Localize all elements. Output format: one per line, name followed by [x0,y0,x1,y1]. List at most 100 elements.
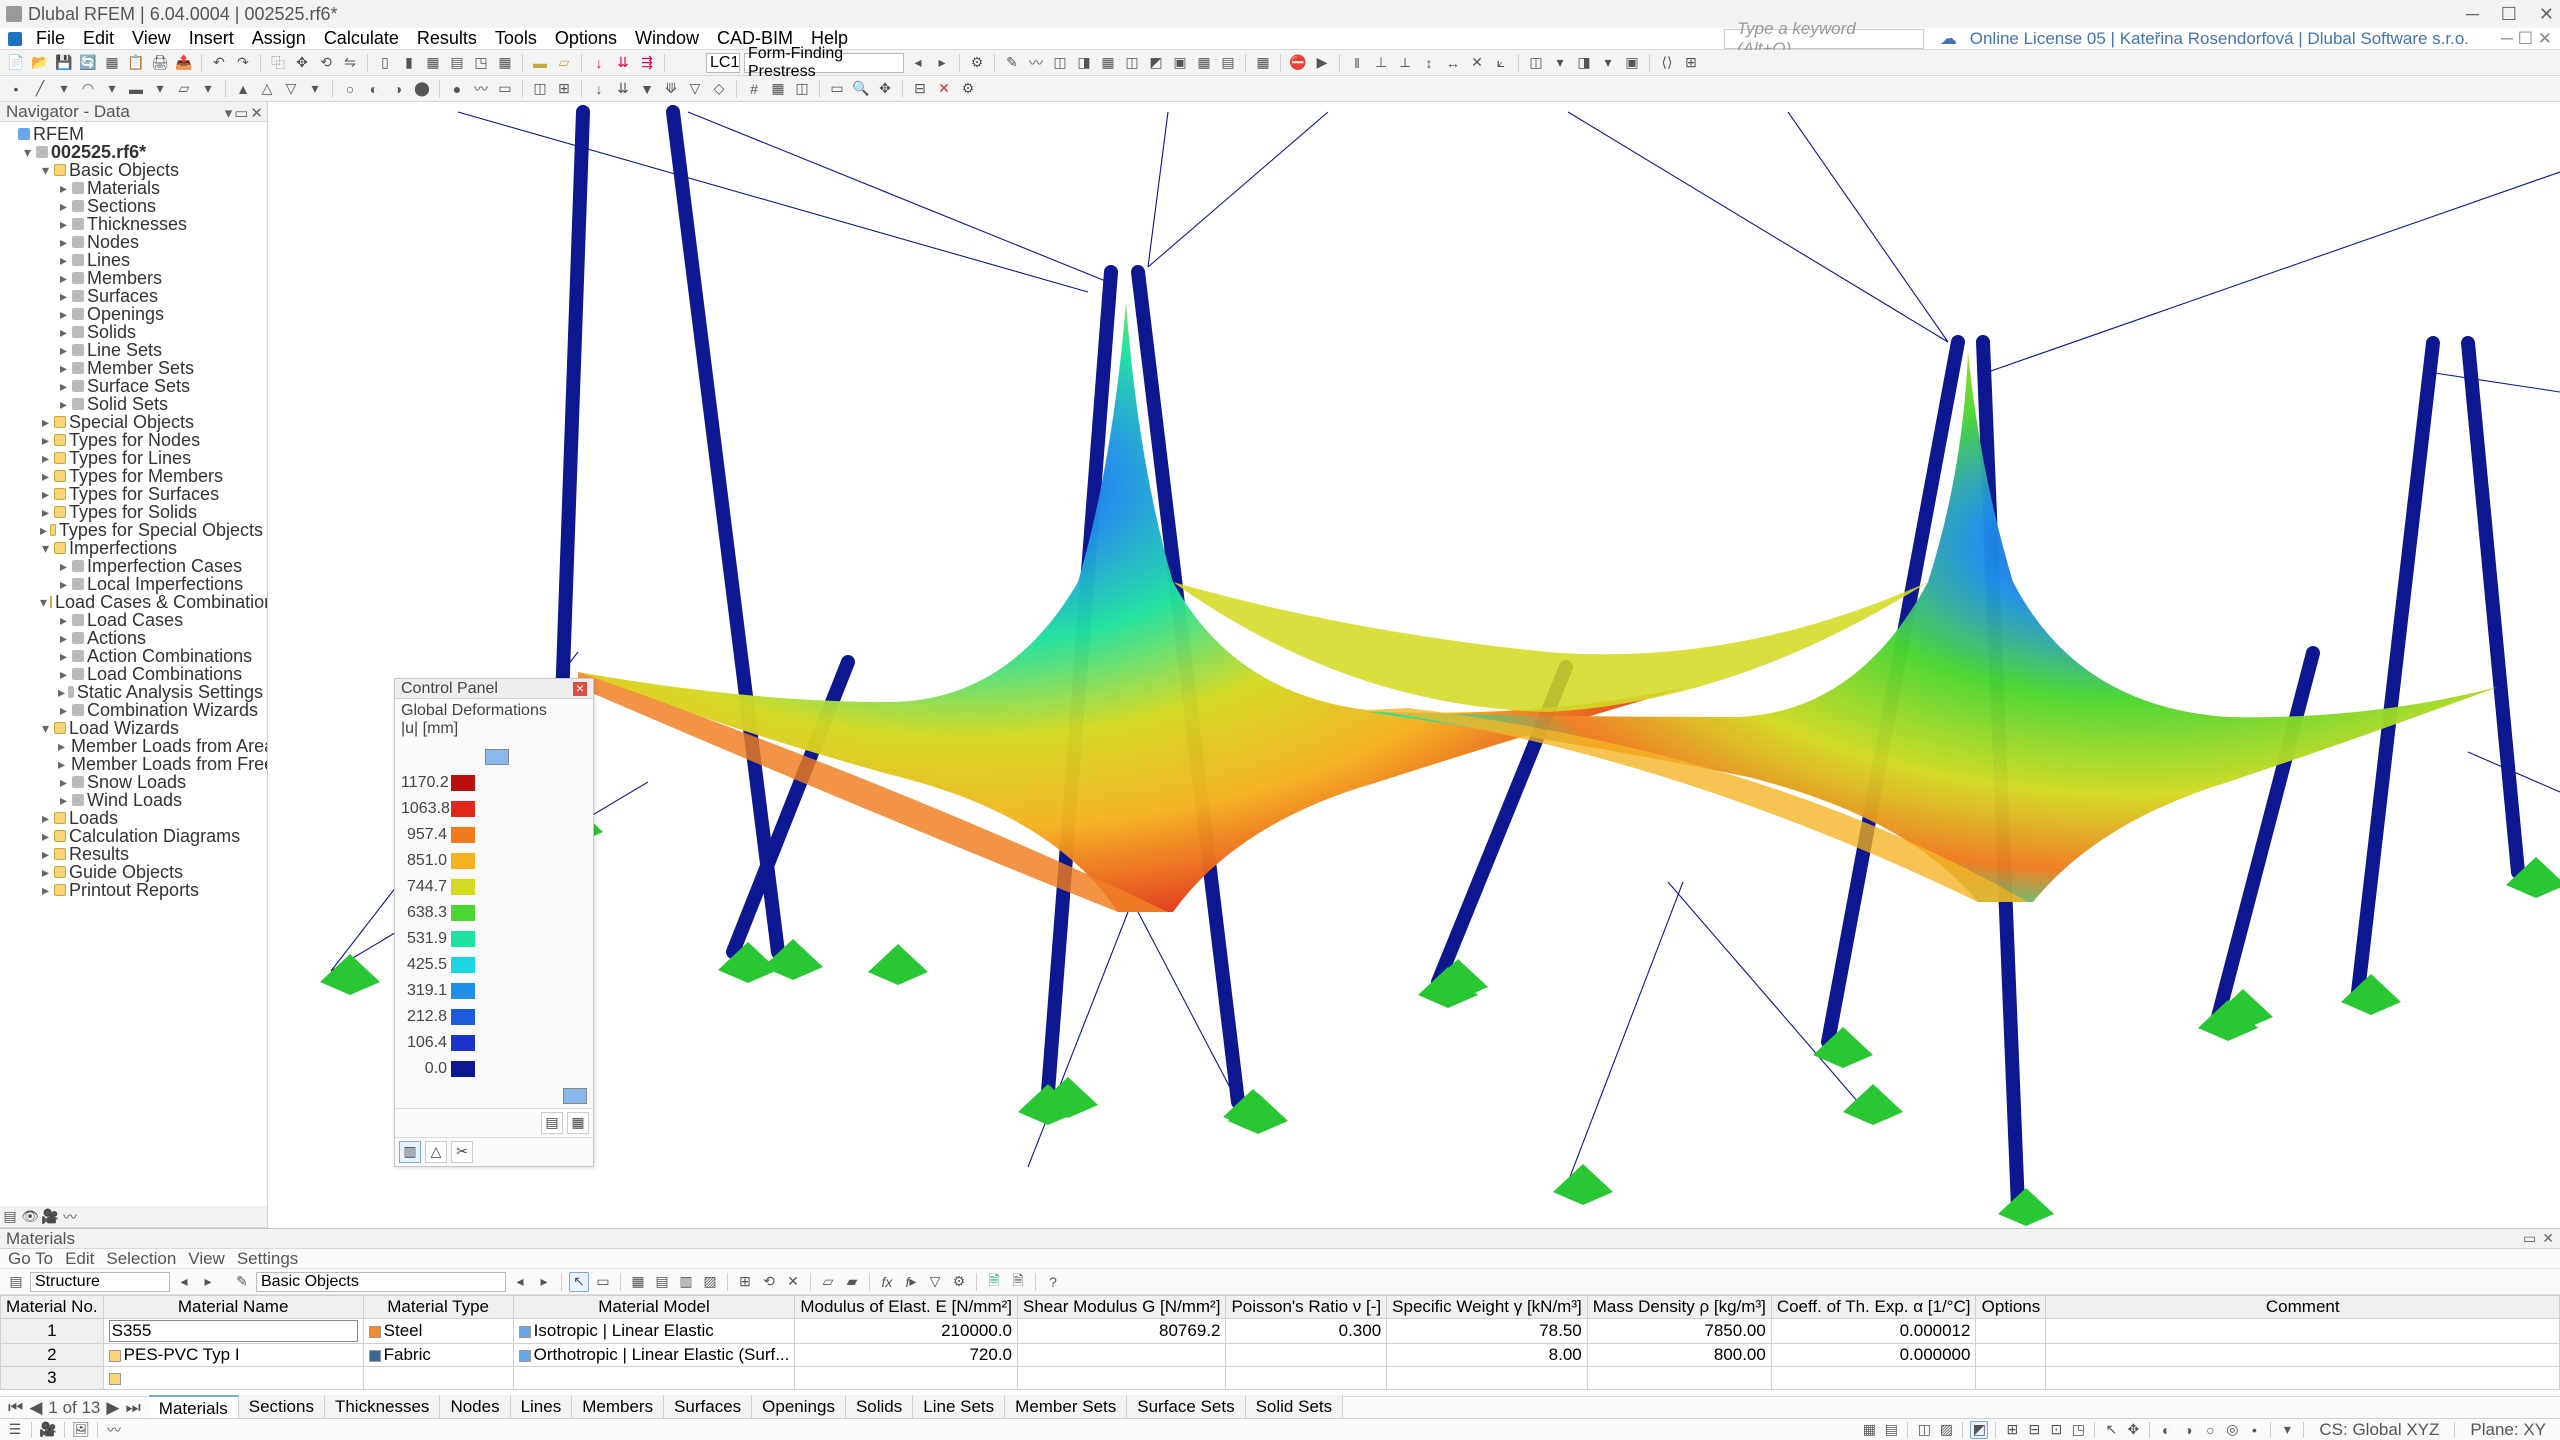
script-icon[interactable]: ⟨⟩ [1657,53,1677,73]
print-icon[interactable]: 🖨 [150,53,170,73]
bp-t1-icon[interactable]: ▦ [628,1272,648,1292]
sb-r9-icon[interactable]: ◳ [2069,1421,2087,1439]
sb-r17-icon[interactable]: ▾ [2278,1421,2296,1439]
member-icon[interactable]: ▬ [530,53,550,73]
tree-item[interactable]: ▸Loads [0,809,267,827]
tree-item[interactable]: ▸Calculation Diagrams [0,827,267,845]
menu-edit[interactable]: Edit [75,26,122,51]
sb-cam-icon[interactable]: 🎥 [39,1421,57,1439]
nav-tab2-icon[interactable]: 👁 [20,1207,40,1227]
bottom-tab[interactable]: Solids [846,1395,913,1421]
tree-item[interactable]: ▸Members [0,269,267,287]
menu-tools[interactable]: Tools [487,26,545,51]
menu-window[interactable]: Window [627,26,707,51]
tree-item[interactable]: ▸Types for Solids [0,503,267,521]
cp-tab-factors[interactable]: △ [425,1141,447,1163]
loadcase-name[interactable]: Form-Finding Prestress [744,53,904,73]
navigator-tree[interactable]: RFEM ▾002525.rf6* ▾Basic Objects ▸Materi… [0,122,267,1206]
bp-t3-icon[interactable]: ▥ [676,1272,696,1292]
bp-group-field[interactable]: Basic Objects [256,1272,506,1292]
bottom-tab[interactable]: Sections [239,1395,325,1421]
res9-icon[interactable]: ▦ [1194,53,1214,73]
tree-item[interactable]: ▸Types for Members [0,467,267,485]
table-row[interactable]: 3 [1,1367,2560,1390]
bp-fx-icon[interactable]: fx [877,1272,897,1292]
bp-t2-icon[interactable]: ▤ [652,1272,672,1292]
tree-item[interactable]: ▸Local Imperfections [0,575,267,593]
supp3-icon[interactable]: ▽ [281,79,301,99]
bp-tree-icon[interactable]: ▤ [6,1272,26,1292]
member-tool-icon[interactable]: ▬ [126,79,146,99]
tree-item[interactable]: ▸Guide Objects [0,863,267,881]
node-tool-icon[interactable]: • [6,79,26,99]
sb3-icon[interactable]: 〰 [105,1421,123,1439]
sb-r2-icon[interactable]: ▤ [1882,1421,1900,1439]
cube-icon[interactable]: ◳ [471,53,491,73]
nav-pin-icon[interactable]: ▾ [225,104,233,122]
bp-filter-icon[interactable]: ▽ [925,1272,945,1292]
view5-icon[interactable]: ▣ [1622,53,1642,73]
mass-icon[interactable]: ● [447,79,467,99]
pg-first-icon[interactable]: ⏮ [8,1398,23,1418]
sb-r6-icon[interactable]: ⊞ [2003,1421,2021,1439]
tree-item[interactable]: ▸Materials [0,179,267,197]
load3-icon[interactable]: ▼ [637,79,657,99]
view4-icon[interactable]: ▾ [1598,53,1618,73]
tree-item[interactable]: ▸Types for Lines [0,449,267,467]
bp-t4-icon[interactable]: ▨ [700,1272,720,1292]
nav-close-icon[interactable]: ✕ [250,104,263,122]
bp-t9-icon[interactable]: ▰ [842,1272,862,1292]
tree-item[interactable]: ▸Line Sets [0,341,267,359]
menu-file[interactable]: File [28,26,73,51]
render-canvas[interactable] [268,102,2560,1228]
line-tool-icon[interactable]: ╱ [30,79,50,99]
stop-icon[interactable]: ⛔ [1288,53,1308,73]
nav-tab3-icon[interactable]: 🎥 [40,1207,60,1227]
sb-r5-icon[interactable]: ◩ [1970,1421,1988,1439]
bp-close-icon[interactable]: ✕ [2542,1230,2554,1247]
load2-icon[interactable]: ⇊ [613,79,633,99]
tree-item[interactable]: ▸Wind Loads [0,791,267,809]
bp-help-icon[interactable]: ? [1043,1272,1063,1292]
bottom-tab[interactable]: Openings [752,1395,846,1421]
table-row[interactable]: 2PES-PVC Typ IFabricOrthotropic | Linear… [1,1344,2560,1367]
mesh-icon[interactable]: ▦ [1253,53,1273,73]
spring-icon[interactable]: 〰 [471,79,491,99]
bp-prev-icon[interactable]: ◂ [174,1272,194,1292]
cube2-icon[interactable]: ▦ [495,53,515,73]
sb-r3-icon[interactable]: ◫ [1915,1421,1933,1439]
next-lc-icon[interactable]: ▸ [932,53,952,73]
sb1-icon[interactable]: ☰ [6,1421,24,1439]
bp-next-icon[interactable]: ▸ [198,1272,218,1292]
minimize-button[interactable]: ─ [2466,4,2479,25]
res6-icon[interactable]: ◫ [1122,53,1142,73]
bp-view[interactable]: View [188,1249,225,1269]
dim3-icon[interactable]: ⟂ [1395,53,1415,73]
cp-tab-filter[interactable]: ✂ [451,1141,473,1163]
dim2-icon[interactable]: ⊥ [1371,53,1391,73]
sb-r11-icon[interactable]: ✥ [2124,1421,2142,1439]
settings-icon[interactable]: ⚙ [958,79,978,99]
bp-group-icon[interactable]: ✎ [232,1272,252,1292]
hinge1-icon[interactable]: ○ [340,79,360,99]
bp-csv-icon[interactable]: 🗎 [1008,1272,1028,1292]
block-icon[interactable]: ▦ [102,53,122,73]
rigid-icon[interactable]: ▭ [495,79,515,99]
bp-t6-icon[interactable]: ⟲ [759,1272,779,1292]
load4-icon[interactable]: ⟱ [661,79,681,99]
tree-item[interactable]: ▸Actions [0,629,267,647]
sb-r12-icon[interactable]: ◐ [2157,1421,2175,1439]
dim5-icon[interactable]: ↔ [1443,53,1463,73]
tree-item[interactable]: ▸Solids [0,323,267,341]
hinge3-icon[interactable]: ◑ [388,79,408,99]
bp-excel-icon[interactable]: 🗎 [984,1272,1004,1292]
sb-r7-icon[interactable]: ⊟ [2025,1421,2043,1439]
cp-tab-colors[interactable]: ▥ [399,1141,421,1163]
tree-item[interactable]: ▸Types for Special Objects [0,521,267,539]
play-icon[interactable]: ▶ [1312,53,1332,73]
supp4-icon[interactable]: ▾ [305,79,325,99]
zoom-icon[interactable]: 🔍 [851,79,871,99]
tree-item[interactable]: ▸Results [0,845,267,863]
tree-item[interactable]: ▸Lines [0,251,267,269]
table-row[interactable]: 1S355SteelIsotropic | Linear Elastic2100… [1,1319,2560,1344]
